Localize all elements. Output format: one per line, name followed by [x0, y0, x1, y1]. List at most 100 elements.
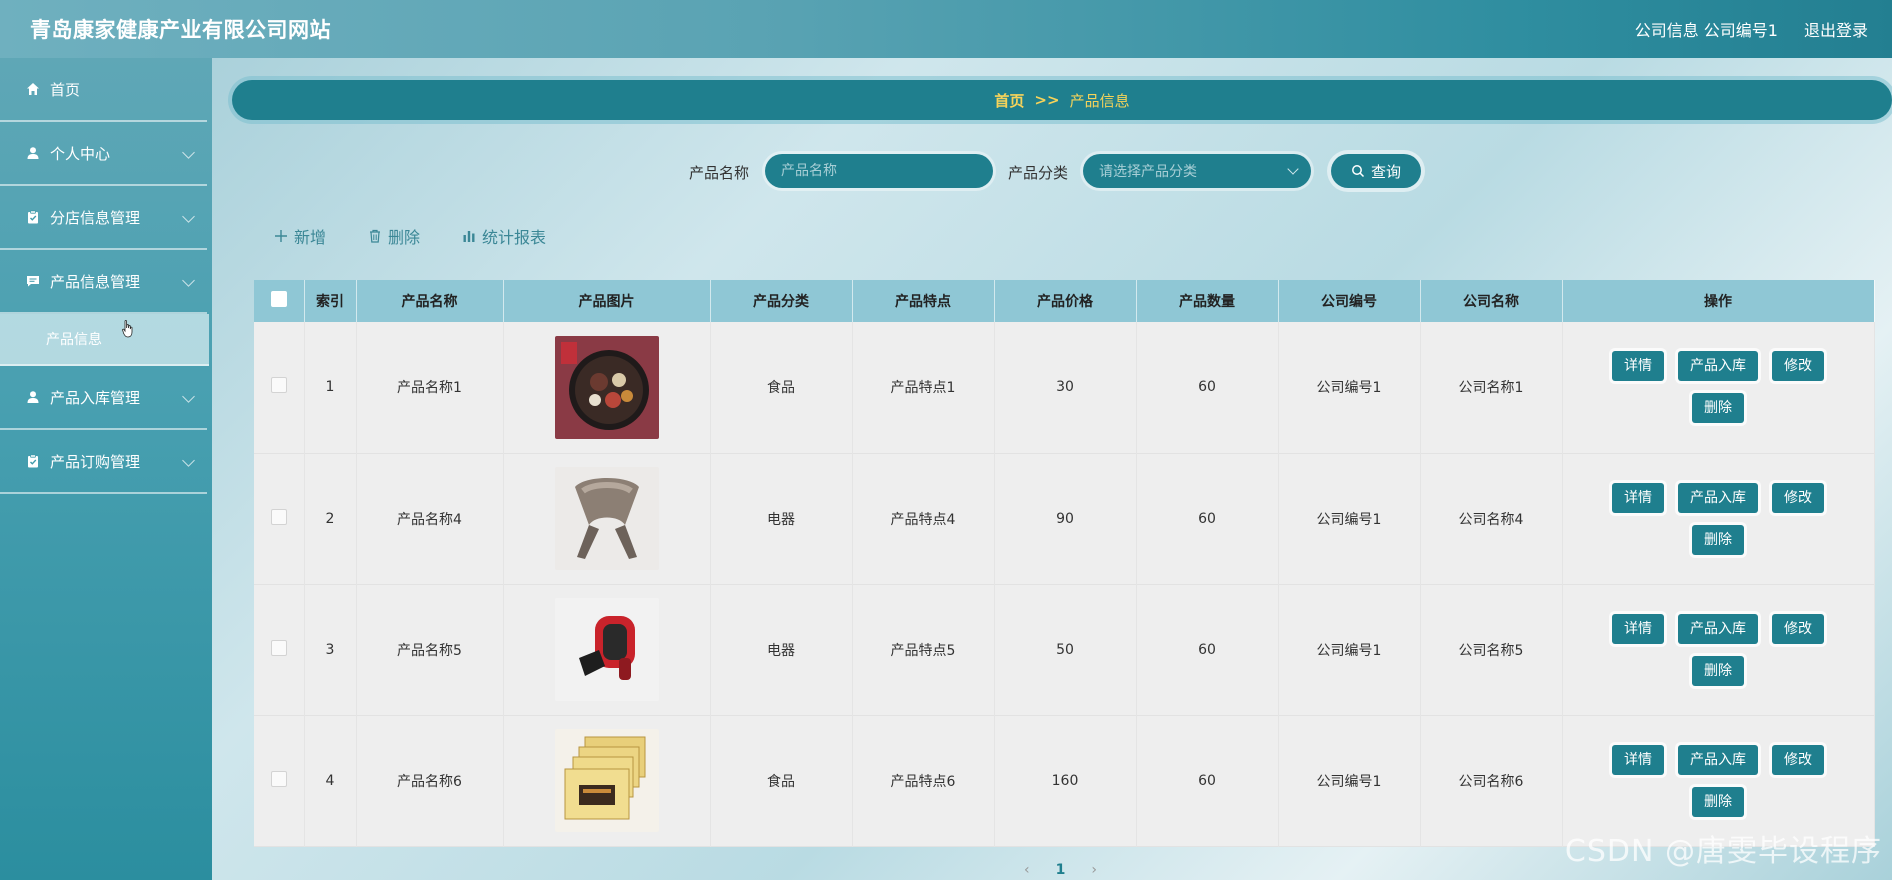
select-all-cell	[254, 280, 305, 322]
row-quantity: 60	[1136, 322, 1279, 453]
gift-box-image[interactable]	[554, 729, 659, 832]
detail-button[interactable]: 详情	[1612, 744, 1664, 775]
row-product-name: 产品名称4	[356, 453, 504, 584]
product-category-label: 产品分类	[1008, 164, 1069, 182]
row-category: 食品	[710, 322, 853, 453]
trash-icon	[370, 229, 381, 243]
row-company-no: 公司编号1	[1278, 584, 1421, 715]
row-feature: 产品特点1	[852, 322, 995, 453]
pagination: ‹ 1 ›	[1024, 862, 1097, 878]
column-header: 公司名称	[1420, 280, 1563, 322]
table-header-row: 索引 产品名称 产品图片 产品分类 产品特点 产品价格 产品数量 公司编号 公司…	[254, 280, 1875, 322]
batch-delete-button[interactable]: 删除	[368, 224, 420, 248]
row-checkbox[interactable]	[270, 639, 287, 656]
product-table: 索引 产品名称 产品图片 产品分类 产品特点 产品价格 产品数量 公司编号 公司…	[254, 280, 1875, 847]
column-header: 产品价格	[994, 280, 1137, 322]
report-button[interactable]: 统计报表	[462, 224, 546, 248]
next-page-button[interactable]: ›	[1091, 862, 1097, 878]
table-row: 3 产品名称5 电器 产品特点5 50 60 公司编号1 公司名称5 详情 产品…	[254, 584, 1875, 715]
delete-button[interactable]: 删除	[1692, 655, 1744, 686]
site-title: 青岛康家健康产业有限公司网站	[30, 18, 331, 42]
row-select-cell	[254, 453, 305, 584]
column-header: 索引	[304, 280, 357, 322]
search-icon	[1352, 165, 1365, 178]
row-checkbox[interactable]	[270, 377, 287, 394]
query-button-label: 查询	[1370, 162, 1401, 181]
row-company-no: 公司编号1	[1278, 322, 1421, 453]
row-index: 1	[304, 322, 357, 453]
stock-in-button[interactable]: 产品入库	[1678, 351, 1758, 382]
stock-in-button[interactable]: 产品入库	[1678, 744, 1758, 775]
edit-button[interactable]: 修改	[1772, 351, 1824, 382]
row-product-image-cell	[503, 322, 711, 453]
product-name-input[interactable]	[765, 154, 993, 188]
row-checkbox[interactable]	[270, 508, 287, 525]
row-checkbox[interactable]	[270, 770, 287, 787]
row-index: 4	[304, 715, 357, 846]
company-info-link[interactable]: 公司信息 公司编号1	[1635, 17, 1778, 41]
chevron-down-icon	[1287, 163, 1299, 175]
row-category: 食品	[710, 715, 853, 846]
row-product-image-cell	[503, 584, 711, 715]
sidebar-subitem-product-info[interactable]: 产品信息	[0, 314, 209, 366]
row-index: 2	[304, 453, 357, 584]
column-header: 产品特点	[852, 280, 995, 322]
prev-page-button[interactable]: ‹	[1024, 862, 1030, 878]
chevron-down-icon	[182, 390, 195, 403]
column-header: 产品数量	[1136, 280, 1279, 322]
neck-massager-image[interactable]	[554, 467, 659, 570]
delete-button[interactable]: 删除	[1692, 524, 1744, 555]
add-button-label: 新增	[294, 228, 327, 247]
row-product-image-cell	[503, 715, 711, 846]
clipboard-icon	[26, 454, 40, 468]
table-row: 2 产品名称4 电器 产品特点4 90 60 公司编号1 公司名称4 详情 产品…	[254, 453, 1875, 584]
row-feature: 产品特点5	[852, 584, 995, 715]
detail-button[interactable]: 详情	[1612, 482, 1664, 513]
breadcrumb-current: 产品信息	[1069, 91, 1130, 110]
logout-link[interactable]: 退出登录	[1804, 17, 1868, 41]
delete-button[interactable]: 删除	[1692, 393, 1744, 424]
row-select-cell	[254, 584, 305, 715]
stock-in-button[interactable]: 产品入库	[1678, 482, 1758, 513]
detail-button[interactable]: 详情	[1612, 351, 1664, 382]
mouse-cursor-icon	[122, 320, 133, 338]
sidebar-item-order[interactable]: 产品订购管理	[0, 430, 207, 494]
select-all-checkbox[interactable]	[270, 291, 287, 307]
row-price: 90	[994, 453, 1137, 584]
report-button-label: 统计报表	[482, 228, 547, 247]
sidebar-item-product[interactable]: 产品信息管理	[0, 250, 207, 314]
sidebar-item-label: 产品订购管理	[50, 452, 141, 471]
massage-device-image[interactable]	[554, 598, 659, 701]
sidebar-item-label: 首页	[50, 80, 81, 99]
header-right: 公司信息 公司编号1 退出登录	[1635, 17, 1868, 41]
row-index: 3	[304, 584, 357, 715]
breadcrumb-home[interactable]: 首页	[994, 90, 1024, 111]
sidebar-item-stock-in[interactable]: 产品入库管理	[0, 366, 207, 430]
sidebar-item-label: 分店信息管理	[50, 208, 141, 227]
delete-button[interactable]: 删除	[1692, 786, 1744, 817]
sidebar-item-branch[interactable]: 分店信息管理	[0, 186, 207, 250]
sidebar-item-home[interactable]: 首页	[0, 58, 207, 122]
product-name-label: 产品名称	[689, 164, 750, 182]
row-feature: 产品特点6	[852, 715, 995, 846]
row-feature: 产品特点4	[852, 453, 995, 584]
edit-button[interactable]: 修改	[1772, 744, 1824, 775]
add-button[interactable]: 新增	[274, 224, 326, 248]
stock-in-button[interactable]: 产品入库	[1678, 613, 1758, 644]
table-row: 1 产品名称1 食品 产品特点1 30 60 公司编号1 公司名称1 详情 产品…	[254, 322, 1875, 453]
product-category-select[interactable]: 请选择产品分类	[1083, 154, 1311, 188]
row-company-no: 公司编号1	[1278, 453, 1421, 584]
clipboard-icon	[26, 210, 40, 224]
row-select-cell	[254, 322, 305, 453]
food-platter-image[interactable]	[554, 335, 659, 439]
query-button[interactable]: 查询	[1331, 154, 1421, 188]
row-company-name: 公司名称6	[1420, 715, 1563, 846]
row-ops-cell: 详情 产品入库 修改 删除	[1562, 453, 1875, 584]
page-number-button[interactable]: 1	[1056, 862, 1066, 878]
edit-button[interactable]: 修改	[1772, 482, 1824, 513]
row-select-cell	[254, 715, 305, 846]
chevron-down-icon	[182, 454, 195, 467]
edit-button[interactable]: 修改	[1772, 613, 1824, 644]
detail-button[interactable]: 详情	[1612, 613, 1664, 644]
row-price: 50	[994, 584, 1137, 715]
